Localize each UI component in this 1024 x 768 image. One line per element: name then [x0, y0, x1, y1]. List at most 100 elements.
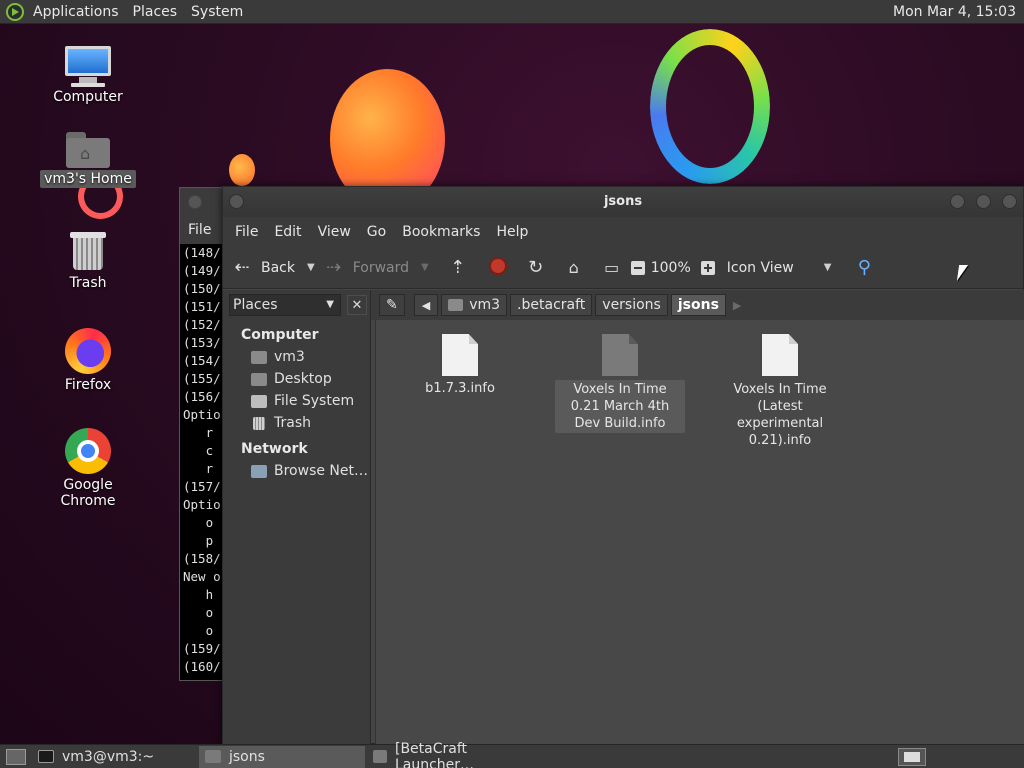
content-area: Places ▼ ✕ Computer vm3 Desktop File Sys… [223, 290, 1024, 745]
minimize-button[interactable] [950, 194, 965, 209]
reload-icon[interactable]: ↻ [525, 257, 547, 278]
sidebar-item-label: vm3 [274, 349, 305, 365]
maximize-button[interactable] [976, 194, 991, 209]
forward-arrow-icon: ⇢ [326, 257, 342, 278]
firefox-icon [65, 328, 111, 374]
desktop-icon-home[interactable]: ⌂ vm3's Home [33, 130, 143, 188]
path-segment-vm3[interactable]: vm3 [441, 294, 508, 316]
forward-history-dropdown[interactable]: ▼ [421, 262, 429, 273]
desktop-icon-label: vm3's Home [40, 170, 136, 188]
forward-button[interactable]: ⇢ Forward [323, 257, 409, 278]
desktop-icon-computer[interactable]: Computer [33, 46, 143, 106]
sidebar-item-label: Browse Net… [274, 463, 369, 479]
view-mode-label: Icon View [726, 259, 794, 276]
sidebar-close-button[interactable]: ✕ [347, 295, 367, 315]
desktop-icon-label: Google Chrome [60, 477, 116, 509]
back-label: Back [261, 259, 295, 276]
close-button[interactable] [1002, 194, 1017, 209]
task-terminal[interactable]: vm3@vm3:~ [32, 746, 197, 768]
task-jsons[interactable]: jsons [199, 745, 365, 768]
back-arrow-icon: ⇠ [234, 257, 250, 278]
menu-applications[interactable]: Applications [26, 0, 126, 24]
file-item[interactable]: b1.7.3.info [394, 334, 526, 397]
sidebar-item-trash[interactable]: Trash [223, 412, 370, 434]
chrome-icon [65, 428, 111, 474]
chevron-down-icon: ▼ [823, 262, 832, 273]
location-edit-button[interactable]: ✎ [379, 294, 405, 316]
show-desktop-icon[interactable] [6, 748, 26, 765]
taskbar: vm3@vm3:~ jsons [BetaCraft Launcher… [0, 741, 1024, 768]
applications-logo-icon[interactable] [6, 2, 24, 21]
desktop-icon-firefox[interactable]: Firefox [33, 328, 143, 394]
menu-bookmarks[interactable]: Bookmarks [394, 224, 488, 240]
menu-file[interactable]: File [227, 224, 266, 240]
sidebar-item-desktop[interactable]: Desktop [223, 368, 370, 390]
path-scroll-left-button[interactable]: ◀ [413, 294, 439, 316]
wallpaper-small-blob [229, 154, 255, 186]
panel-clock[interactable]: Mon Mar 4, 15:03 [893, 0, 1016, 24]
sidebar-header: Places ▼ ✕ [223, 290, 370, 320]
path-bar: ✎ ◀ vm3 .betacraft versions jsons ▶ [371, 290, 1024, 320]
sidebar-item-label: Trash [274, 415, 311, 431]
desktop-icon [251, 372, 267, 386]
wallpaper-gradient-ring [650, 29, 770, 184]
desktop-icon-trash[interactable]: Trash [33, 230, 143, 292]
file-name: Voxels In Time (Latest experimental 0.21… [733, 382, 827, 448]
path-segment-jsons[interactable]: jsons [670, 294, 726, 316]
task-betacraft[interactable]: [BetaCraft Launcher… [367, 741, 537, 768]
search-icon[interactable]: ⚲ [853, 257, 875, 278]
launcher-icon [373, 750, 387, 763]
file-name: Voxels In Time 0.21 March 4th Dev Build.… [555, 380, 685, 433]
menu-go[interactable]: Go [359, 224, 394, 240]
path-scroll-right-button[interactable]: ▶ [733, 299, 741, 312]
menu-help[interactable]: Help [488, 224, 536, 240]
sidebar-item-label: Desktop [274, 371, 332, 387]
network-icon [251, 464, 267, 478]
sidebar-item-vm3[interactable]: vm3 [223, 346, 370, 368]
document-icon [762, 334, 798, 376]
terminal-icon [38, 750, 54, 763]
window-titlebar[interactable]: jsons [223, 187, 1023, 217]
sidebar-places-select[interactable]: Places ▼ [229, 294, 341, 316]
sidebar-item-browse-network[interactable]: Browse Net… [223, 460, 370, 482]
stop-icon [488, 256, 507, 275]
workspace-switcher[interactable] [898, 748, 926, 766]
folder-icon [205, 750, 221, 763]
back-button[interactable]: ⇠ Back [231, 257, 295, 278]
computer-icon[interactable]: ▭ [601, 258, 623, 277]
sidebar-item-file-system[interactable]: File System [223, 390, 370, 412]
home-folder-icon: ⌂ [66, 130, 110, 168]
window-menu-button[interactable] [229, 194, 244, 209]
desktop-icon-chrome[interactable]: Google Chrome [33, 428, 143, 510]
path-segment-versions[interactable]: versions [595, 294, 668, 316]
home-icon[interactable]: ⌂ [563, 258, 585, 277]
trash-icon [70, 230, 106, 272]
trash-icon [253, 416, 265, 430]
view-mode-select[interactable]: Icon View ▼ [727, 260, 840, 276]
stop-button[interactable] [488, 256, 507, 279]
pencil-icon: ✎ [386, 297, 398, 313]
file-item[interactable]: Voxels In Time (Latest experimental 0.21… [714, 334, 846, 450]
up-arrow-icon[interactable]: ⇡ [447, 257, 469, 278]
file-name: b1.7.3.info [425, 381, 495, 396]
home-icon [251, 350, 267, 364]
menu-places[interactable]: Places [126, 0, 185, 24]
zoom-out-icon[interactable] [630, 260, 645, 275]
menu-system[interactable]: System [184, 0, 250, 24]
zoom-in-icon[interactable] [700, 260, 715, 275]
path-segment-betacraft[interactable]: .betacraft [510, 294, 593, 316]
chevron-down-icon: ▼ [326, 299, 334, 310]
back-history-dropdown[interactable]: ▼ [307, 262, 315, 273]
menu-edit[interactable]: Edit [266, 224, 309, 240]
file-item[interactable]: Voxels In Time 0.21 March 4th Dev Build.… [554, 334, 686, 433]
computer-icon [65, 46, 111, 87]
main-pane: ✎ ◀ vm3 .betacraft versions jsons ▶ b1.7… [371, 290, 1024, 745]
task-label: vm3@vm3:~ [62, 748, 155, 765]
forward-label: Forward [352, 259, 410, 276]
zoom-level[interactable]: 100% [651, 260, 691, 276]
menu-view[interactable]: View [310, 224, 359, 240]
file-manager-window[interactable]: jsons File Edit View Go Bookmarks Help ⇠… [222, 186, 1024, 745]
icon-view[interactable]: b1.7.3.info Voxels In Time 0.21 March 4t… [375, 320, 1024, 745]
terminal-close-button[interactable] [188, 195, 202, 209]
sidebar-section-computer: Computer [241, 327, 319, 343]
